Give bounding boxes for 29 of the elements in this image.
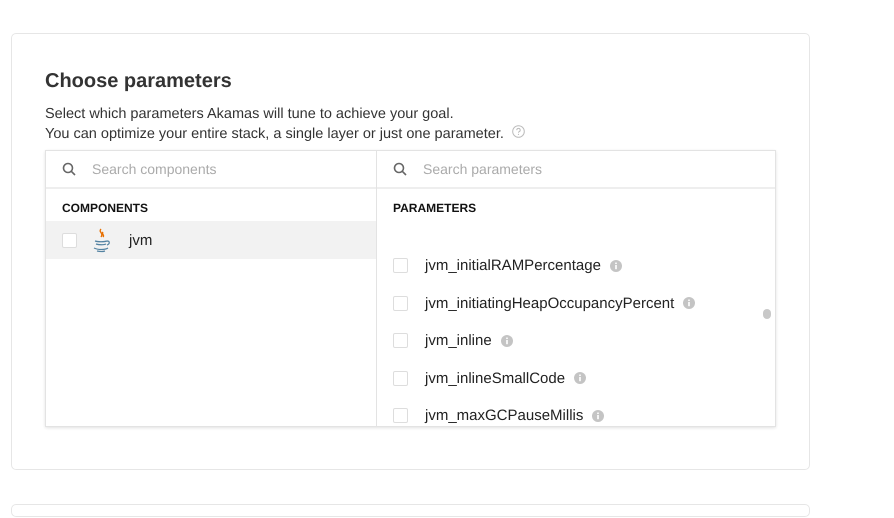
parameter-name: jvm_inline: [425, 332, 492, 350]
info-icon[interactable]: [500, 334, 513, 347]
search-icon: [62, 162, 76, 176]
parameter-name: jvm_inlineSmallCode: [425, 370, 566, 387]
search-icon: [393, 162, 407, 176]
help-icon[interactable]: [512, 124, 525, 138]
coffee-cup-icon: [91, 227, 111, 253]
parameter-name: jvm_initiatingHeapOccupancyPercent: [425, 294, 674, 312]
checkbox[interactable]: [393, 296, 408, 311]
checkbox[interactable]: [393, 408, 408, 424]
scrollbar-thumb[interactable]: [763, 309, 771, 319]
info-icon[interactable]: [574, 372, 586, 384]
checkbox[interactable]: [393, 333, 408, 348]
info-icon[interactable]: [683, 297, 696, 310]
column-heading: PARAMETERS: [392, 200, 478, 217]
column-heading: COMPONENTS: [61, 200, 150, 217]
checkbox[interactable]: [393, 258, 408, 274]
component-item[interactable]: jvm: [46, 221, 376, 259]
checkbox[interactable]: [393, 370, 408, 386]
description-text: Select which parameters Akamas will tune to achieve your goal.: [45, 105, 454, 124]
parameter-name: jvm_maxGCPauseMillis: [425, 407, 584, 424]
checkbox[interactable]: [62, 232, 77, 248]
info-icon[interactable]: [592, 410, 604, 422]
info-icon[interactable]: [610, 260, 622, 272]
parameter-name: jvm_initialRAMPercentage: [425, 257, 601, 274]
description-text: You can optimize your entire stack, a single layer or just one parameter.: [45, 125, 504, 144]
search-field[interactable]: Search components: [90, 160, 334, 178]
section-title: Choose parameters: [45, 69, 232, 94]
search-field[interactable]: Search parameters: [421, 160, 665, 178]
